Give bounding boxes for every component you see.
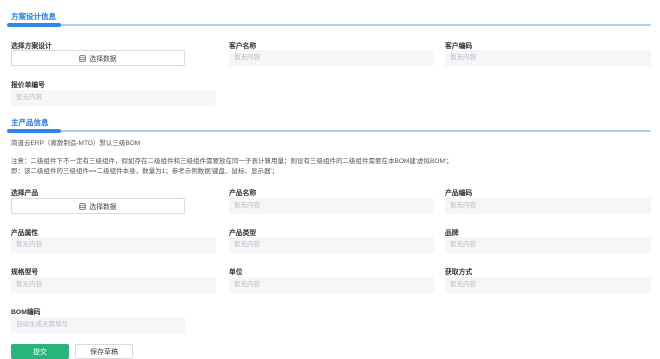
bom-code-field: 自动生成无需填写 (11, 317, 185, 333)
product-attr-label: 产品属性 (11, 230, 39, 237)
product-name-field[interactable]: 暂无内容 (229, 198, 434, 214)
customer-name-field[interactable]: 暂无内容 (229, 50, 434, 66)
brand-field[interactable]: 暂无内容 (445, 237, 651, 253)
unit-label: 单位 (229, 269, 243, 276)
quote-no-field[interactable]: 暂无内容 (11, 90, 216, 106)
select-scheme-label: 选择方案设计 (11, 43, 52, 50)
product-type-label: 产品类型 (229, 230, 257, 237)
acquire-label: 获取方式 (445, 269, 473, 276)
product-code-field[interactable]: 暂无内容 (445, 198, 651, 214)
product-attr-field[interactable]: 暂无内容 (11, 237, 216, 253)
select-scheme-button-label: 选择数据 (89, 56, 117, 63)
product-name-label: 产品名称 (229, 190, 257, 197)
bom-code-label: BOM编码 (11, 309, 41, 316)
section-divider-accent (7, 129, 61, 133)
quote-no-label: 报价单编号 (11, 82, 45, 89)
product-code-label: 产品编码 (445, 190, 473, 197)
database-icon (79, 54, 87, 62)
spec-label: 规格型号 (11, 269, 39, 276)
select-product-button[interactable]: 选择数据 (11, 198, 185, 214)
select-product-button-label: 选择数据 (89, 204, 117, 211)
spec-field[interactable]: 暂无内容 (11, 277, 216, 293)
product-type-field[interactable]: 暂无内容 (229, 237, 434, 253)
notes-line-2: 注意：二级组件下不一定有三级组件，假如存在二级组件和三级组件需要放在同一子表计算… (11, 158, 453, 165)
customer-name-label: 客户名称 (229, 43, 257, 50)
section-divider (7, 129, 651, 133)
customer-code-label: 客户编码 (445, 43, 473, 50)
acquire-field[interactable]: 暂无内容 (445, 277, 651, 293)
notes-line-3: 即：该二级组件的三级组件==二级组件本身，数量为1；参考示例数据'键盘、鼠标、显… (11, 168, 279, 175)
section-title-product: 主产品信息 (11, 118, 49, 127)
submit-button[interactable]: 提交 (11, 344, 69, 359)
section-divider-accent (7, 23, 61, 27)
database-icon (79, 202, 87, 210)
notes-line-1: 简道云ERP（离散制造-MTO）默认三级BOM (11, 140, 141, 147)
select-product-label: 选择产品 (11, 190, 39, 197)
brand-label: 品牌 (445, 230, 459, 237)
unit-field[interactable]: 暂无内容 (229, 277, 434, 293)
customer-code-field[interactable]: 暂无内容 (445, 50, 651, 66)
save-draft-button[interactable]: 保存草稿 (75, 344, 133, 359)
select-scheme-button[interactable]: 选择数据 (11, 50, 185, 66)
section-title-scheme: 方案设计信息 (11, 12, 56, 21)
section-divider (7, 23, 651, 27)
